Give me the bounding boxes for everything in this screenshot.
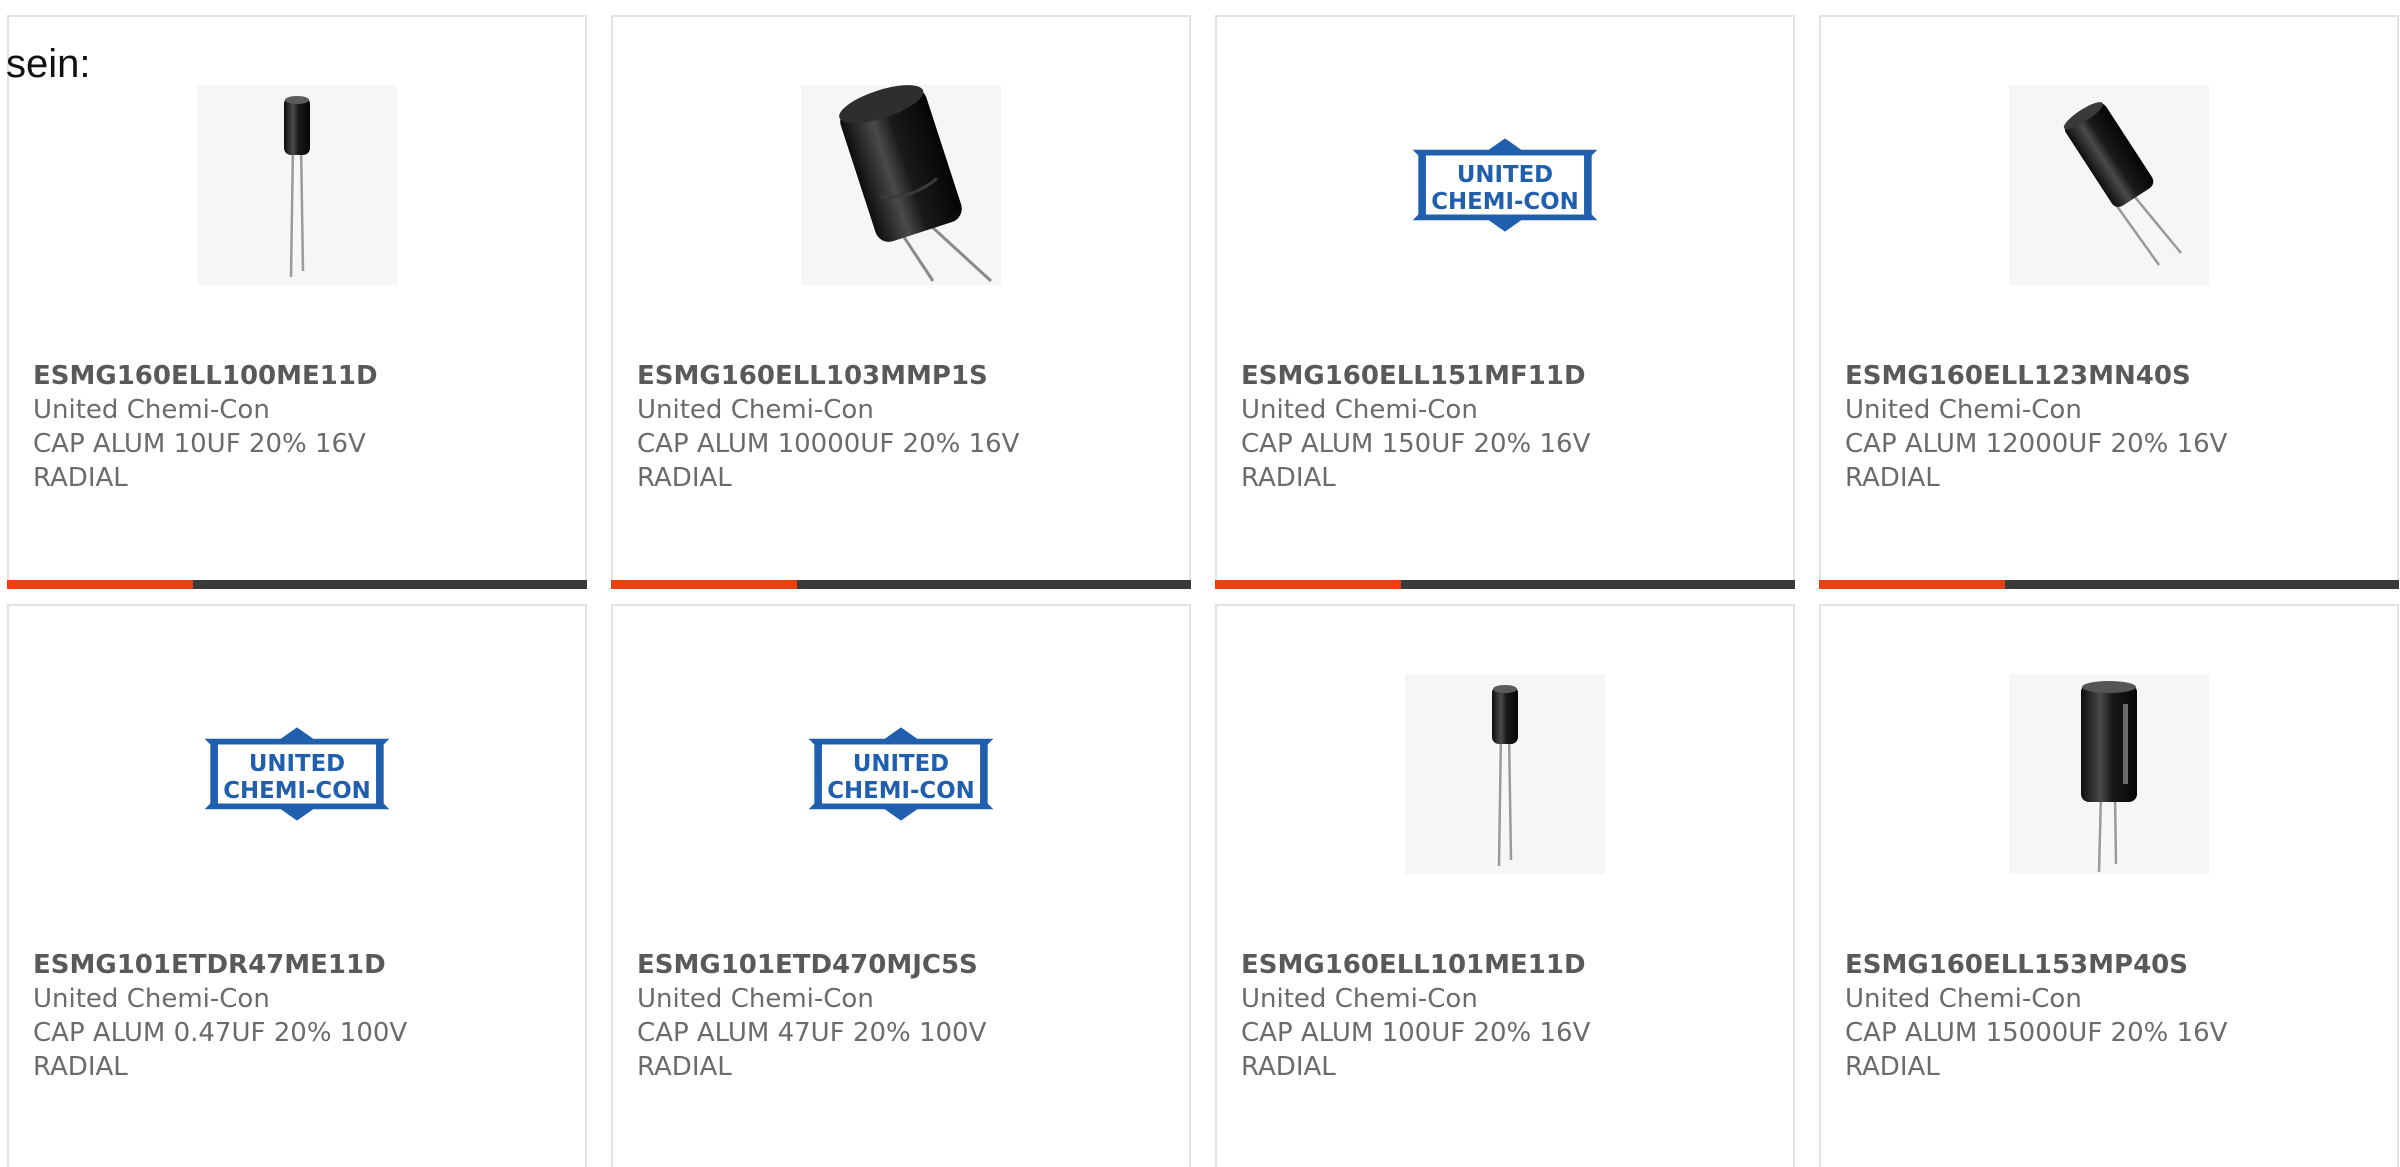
- description-line-2: RADIAL: [1241, 1052, 1336, 1082]
- product-card[interactable]: UNITED CHEMI-CON ESMG101ETD470MJC5S Unite…: [611, 604, 1191, 1167]
- progress-bar: [1819, 580, 2399, 589]
- product-details: ESMG101ETD470MJC5S United Chemi-Con CAP …: [637, 948, 1177, 1084]
- part-number[interactable]: ESMG101ETD470MJC5S: [637, 948, 1177, 982]
- svg-text:CHEMI-CON: CHEMI-CON: [223, 778, 371, 804]
- description-line-1: CAP ALUM 15000UF 20% 16V: [1845, 1018, 2228, 1048]
- manufacturer-logo-image: UNITED CHEMI-CON: [197, 674, 397, 874]
- capacitor-image: [1405, 674, 1605, 874]
- part-number[interactable]: ESMG160ELL100ME11D: [33, 359, 573, 393]
- manufacturer-logo-image: UNITED CHEMI-CON: [1405, 85, 1605, 285]
- description-line-2: RADIAL: [33, 463, 128, 493]
- manufacturer: United Chemi-Con: [637, 395, 874, 425]
- description-line-2: RADIAL: [1845, 1052, 1940, 1082]
- svg-text:UNITED: UNITED: [853, 751, 949, 777]
- product-card[interactable]: ESMG160ELL101ME11D United Chemi-Con CAP …: [1215, 604, 1795, 1167]
- description-line-1: CAP ALUM 10000UF 20% 16V: [637, 429, 1020, 459]
- part-number[interactable]: ESMG160ELL153MP40S: [1845, 948, 2385, 982]
- product-details: ESMG160ELL153MP40S United Chemi-Con CAP …: [1845, 948, 2385, 1084]
- product-details: ESMG160ELL123MN40S United Chemi-Con CAP …: [1845, 359, 2385, 495]
- product-card[interactable]: UNITED CHEMI-CON ESMG101ETDR47ME11D Unite…: [7, 604, 587, 1167]
- manufacturer: United Chemi-Con: [33, 984, 270, 1014]
- capacitor-image: [197, 85, 397, 285]
- progress-bar: [7, 580, 587, 589]
- capacitor-image: [2009, 85, 2209, 285]
- description-line-2: RADIAL: [1241, 463, 1336, 493]
- svg-text:CHEMI-CON: CHEMI-CON: [827, 778, 975, 804]
- svg-text:CHEMI-CON: CHEMI-CON: [1431, 189, 1579, 215]
- manufacturer: United Chemi-Con: [33, 395, 270, 425]
- progress-fill: [1215, 580, 1401, 589]
- manufacturer-logo-image: UNITED CHEMI-CON: [801, 674, 1001, 874]
- product-details: ESMG160ELL100ME11D United Chemi-Con CAP …: [33, 359, 573, 495]
- description-line-2: RADIAL: [1845, 463, 1940, 493]
- part-number[interactable]: ESMG160ELL101ME11D: [1241, 948, 1781, 982]
- product-card[interactable]: ESMG160ELL103MMP1S United Chemi-Con CAP …: [611, 15, 1191, 589]
- progress-bar: [611, 580, 1191, 589]
- part-number[interactable]: ESMG160ELL123MN40S: [1845, 359, 2385, 393]
- manufacturer: United Chemi-Con: [1241, 984, 1478, 1014]
- progress-fill: [611, 580, 797, 589]
- description-line-1: CAP ALUM 47UF 20% 100V: [637, 1018, 987, 1048]
- svg-text:UNITED: UNITED: [249, 751, 345, 777]
- description-line-2: RADIAL: [33, 1052, 128, 1082]
- product-details: ESMG160ELL101ME11D United Chemi-Con CAP …: [1241, 948, 1781, 1084]
- progress-fill: [7, 580, 193, 589]
- product-card[interactable]: ESMG160ELL123MN40S United Chemi-Con CAP …: [1819, 15, 2399, 589]
- manufacturer: United Chemi-Con: [1241, 395, 1478, 425]
- description-line-2: RADIAL: [637, 463, 732, 493]
- capacitor-image: [2009, 674, 2209, 874]
- manufacturer: United Chemi-Con: [1845, 984, 2082, 1014]
- progress-bar: [1215, 580, 1795, 589]
- product-details: ESMG160ELL151MF11D United Chemi-Con CAP …: [1241, 359, 1781, 495]
- product-card[interactable]: UNITED CHEMI-CON ESMG160ELL151MF11D Unite…: [1215, 15, 1795, 589]
- part-number[interactable]: ESMG160ELL103MMP1S: [637, 359, 1177, 393]
- description-line-1: CAP ALUM 100UF 20% 16V: [1241, 1018, 1591, 1048]
- capacitor-image: [801, 85, 1001, 285]
- svg-text:UNITED: UNITED: [1457, 162, 1553, 188]
- product-grid: ESMG160ELL100ME11D United Chemi-Con CAP …: [7, 15, 2400, 1167]
- description-line-1: CAP ALUM 0.47UF 20% 100V: [33, 1018, 408, 1048]
- description-line-2: RADIAL: [637, 1052, 732, 1082]
- product-card[interactable]: ESMG160ELL153MP40S United Chemi-Con CAP …: [1819, 604, 2399, 1167]
- product-details: ESMG101ETDR47ME11D United Chemi-Con CAP …: [33, 948, 573, 1084]
- product-card[interactable]: ESMG160ELL100ME11D United Chemi-Con CAP …: [7, 15, 587, 589]
- description-line-1: CAP ALUM 12000UF 20% 16V: [1845, 429, 2228, 459]
- part-number[interactable]: ESMG160ELL151MF11D: [1241, 359, 1781, 393]
- manufacturer: United Chemi-Con: [1845, 395, 2082, 425]
- part-number[interactable]: ESMG101ETDR47ME11D: [33, 948, 573, 982]
- description-line-1: CAP ALUM 150UF 20% 16V: [1241, 429, 1591, 459]
- intro-text: sein:: [6, 42, 91, 86]
- progress-fill: [1819, 580, 2005, 589]
- product-details: ESMG160ELL103MMP1S United Chemi-Con CAP …: [637, 359, 1177, 495]
- manufacturer: United Chemi-Con: [637, 984, 874, 1014]
- description-line-1: CAP ALUM 10UF 20% 16V: [33, 429, 366, 459]
